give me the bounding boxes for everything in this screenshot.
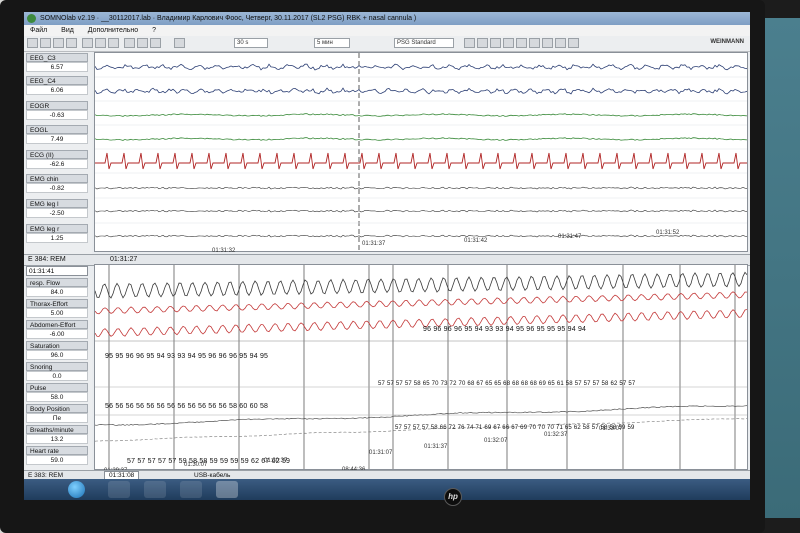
lower-time-5: 01:32:07 xyxy=(484,438,508,444)
hp-logo: hp xyxy=(444,488,462,506)
zoom-icon[interactable] xyxy=(174,38,185,48)
upper-time-5: 01:31:52 xyxy=(656,230,680,236)
saturation-values-right: 96 96 96 96 95 94 93 93 94 95 96 95 95 9… xyxy=(423,326,587,333)
upper-traces xyxy=(95,53,747,251)
play-icon[interactable] xyxy=(150,38,161,48)
lower-time-7: 01:33:07 xyxy=(599,426,623,432)
lower-time-6: 01:32:37 xyxy=(544,432,568,438)
channel-heart-rate[interactable]: Heart rate 59.0 xyxy=(26,446,88,465)
upper-time-3: 01:31:42 xyxy=(464,238,488,244)
tool-a-icon[interactable] xyxy=(464,38,475,48)
menu-extra[interactable]: Дополнительно xyxy=(88,27,138,34)
open-icon[interactable] xyxy=(40,38,51,48)
channel-eog-l[interactable]: EOGL 7.49 xyxy=(26,125,88,144)
brand-logo: WEINMANN xyxy=(710,39,744,45)
menu-help[interactable]: ? xyxy=(152,27,156,34)
tool-f-icon[interactable] xyxy=(529,38,540,48)
menu-file[interactable]: Файл xyxy=(30,27,47,34)
lower-time-2: 01:30:37 xyxy=(264,458,288,464)
tool-g-icon[interactable] xyxy=(542,38,553,48)
timebase-select[interactable]: 30 s xyxy=(234,38,268,48)
tool-c-icon[interactable] xyxy=(490,38,501,48)
start-icon[interactable] xyxy=(68,481,85,498)
somnolab-window: SOMNOlab v2.19 · __30112017.lab · Владим… xyxy=(24,12,750,500)
print-icon[interactable] xyxy=(66,38,77,48)
channel-abdomen-effort[interactable]: Abdomen-Effort -6.00 xyxy=(26,320,88,339)
lower-time-3: 01:31:07 xyxy=(369,450,393,456)
somnolab-task-icon[interactable] xyxy=(216,481,238,498)
window-title: SOMNOlab v2.19 · __30112017.lab · Владим… xyxy=(40,15,417,22)
tool-i-icon[interactable] xyxy=(568,38,579,48)
pulse-values-left: 56 56 56 56 56 56 56 56 56 56 56 56 58 6… xyxy=(105,403,269,410)
folder-icon[interactable] xyxy=(180,481,202,498)
channel-saturation[interactable]: Saturation 96.0 xyxy=(26,341,88,360)
epoch-time-upper[interactable]: 01:31:41 xyxy=(26,266,88,276)
ie-icon[interactable] xyxy=(108,481,130,498)
windows-taskbar xyxy=(24,479,750,500)
count-select[interactable]: 5 мин xyxy=(314,38,350,48)
lower-time-4: 01:31:37 xyxy=(424,444,448,450)
new-icon[interactable] xyxy=(27,38,38,48)
channel-emg-chin[interactable]: EMG chin -0.82 xyxy=(26,174,88,193)
lower-time-1: 01:30:07 xyxy=(184,462,208,468)
pause-icon[interactable] xyxy=(137,38,148,48)
saturation-values-left: 95 95 96 96 95 94 93 93 94 95 96 96 96 9… xyxy=(105,353,269,360)
lower-traces xyxy=(95,265,747,469)
channel-eog-r[interactable]: EOGR -0.63 xyxy=(26,101,88,120)
report-icon[interactable] xyxy=(108,38,119,48)
media-player-icon[interactable] xyxy=(144,481,166,498)
channel-emg-leg-l[interactable]: EMG leg l -2.50 xyxy=(26,199,88,218)
epoch-label-upper: E 384: REM xyxy=(28,256,66,263)
view-icon[interactable] xyxy=(82,38,93,48)
tool-h-icon[interactable] xyxy=(555,38,566,48)
channel-thorax-effort[interactable]: Thorax-Effort 5.00 xyxy=(26,299,88,318)
montage-select[interactable]: PSG Standard xyxy=(394,38,454,48)
lower-channel-labels: resp. Flow 84.0 Thorax-Effort 5.00 Abdomen… xyxy=(24,278,92,474)
lower-signal-panel[interactable]: 95 95 96 96 95 94 93 93 94 95 96 96 96 9… xyxy=(94,264,748,470)
tool-e-icon[interactable] xyxy=(516,38,527,48)
save-icon[interactable] xyxy=(53,38,64,48)
menu-view[interactable]: Вид xyxy=(61,27,74,34)
upper-signal-panel[interactable] xyxy=(94,52,748,252)
channel-body-position[interactable]: Body Position Пе xyxy=(26,404,88,423)
record-icon[interactable] xyxy=(124,38,135,48)
toolbar: 30 s 5 мин PSG Standard WEINMANN xyxy=(24,36,750,52)
channel-emg-leg-r[interactable]: EMG leg r 1.25 xyxy=(26,224,88,243)
menu-bar: Файл Вид Дополнительно ? xyxy=(24,25,750,36)
upper-time-2: 01:31:37 xyxy=(362,241,386,247)
channel-snoring[interactable]: Snoring 0.0 xyxy=(26,362,88,381)
upper-channel-labels: EEG_C3 6.57 EEG_C4 6.06 EOGR -0.63 EOGL 7.49… xyxy=(24,52,92,259)
channel-pulse[interactable]: Pulse 58.0 xyxy=(26,383,88,402)
app-icon xyxy=(27,14,36,23)
tool-b-icon[interactable] xyxy=(477,38,488,48)
channel-ecg[interactable]: ECG (II) -62.6 xyxy=(26,150,88,169)
pulse-values-right: 57 57 57 57 58 65 70 73 72 70 68 67 65 6… xyxy=(378,381,636,387)
channel-breaths-per-minute[interactable]: Breaths/minute 13.2 xyxy=(26,425,88,444)
channel-eeg-c3[interactable]: EEG_C3 6.57 xyxy=(26,53,88,72)
tool-d-icon[interactable] xyxy=(503,38,514,48)
title-bar: SOMNOlab v2.19 · __30112017.lab · Владим… xyxy=(24,12,750,25)
export-icon[interactable] xyxy=(95,38,106,48)
channel-resp-flow[interactable]: resp. Flow 84.0 xyxy=(26,278,88,297)
channel-eeg-c4[interactable]: EEG_C4 6.06 xyxy=(26,76,88,95)
upper-time-4: 01:31:47 xyxy=(558,234,582,240)
